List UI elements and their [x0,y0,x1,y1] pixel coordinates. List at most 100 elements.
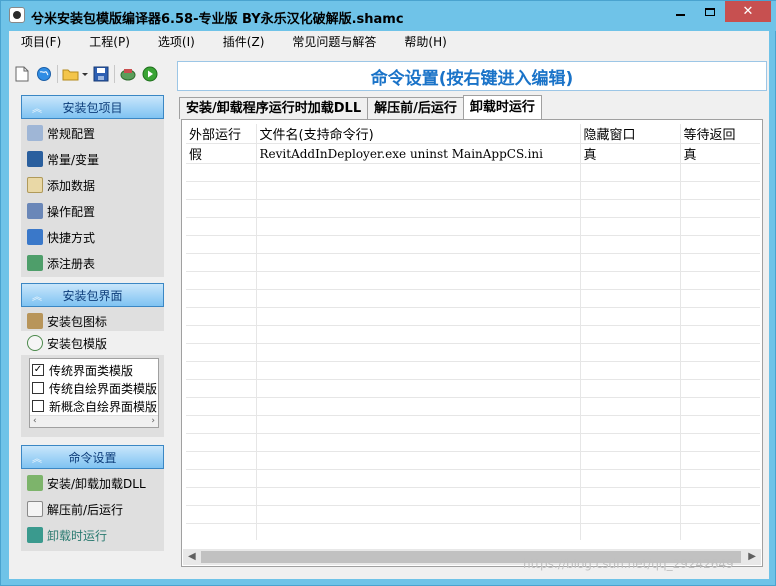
empty-cell[interactable] [186,505,257,524]
empty-cell[interactable] [680,325,760,344]
empty-cell[interactable] [256,325,581,344]
empty-cell[interactable] [580,469,681,488]
empty-cell[interactable] [186,379,257,398]
minimize-button[interactable] [665,1,695,22]
empty-table-row[interactable] [186,469,760,488]
empty-cell[interactable] [256,397,581,416]
empty-table-row[interactable] [186,397,760,416]
empty-cell[interactable] [580,505,681,524]
empty-cell[interactable] [186,433,257,452]
empty-cell[interactable] [186,289,257,308]
empty-cell[interactable] [256,361,581,380]
empty-cell[interactable] [680,307,760,326]
empty-cell[interactable] [186,235,257,254]
template-option-classic-custom[interactable]: 传统自绘界面类模版 [32,379,157,397]
empty-cell[interactable] [186,325,257,344]
menu-engineering[interactable]: 工程(P) [75,31,144,53]
checkbox-checked[interactable]: ✓ [32,364,44,376]
empty-table-row[interactable] [186,289,760,308]
empty-cell[interactable] [680,343,760,362]
nav-item-registry[interactable]: 添注册表 [21,251,164,275]
empty-cell[interactable] [680,253,760,272]
empty-table-row[interactable] [186,415,760,434]
scroll-right-icon[interactable]: ▶ [748,551,756,562]
empty-cell[interactable] [680,289,760,308]
empty-cell[interactable] [256,235,581,254]
empty-cell[interactable] [186,271,257,290]
empty-table-row[interactable] [186,523,760,540]
empty-cell[interactable] [580,433,681,452]
empty-table-row[interactable] [186,307,760,326]
empty-table-row[interactable] [186,505,760,524]
tab-run-on-uninstall[interactable]: 卸载时运行 [462,95,542,119]
empty-cell[interactable] [186,307,257,326]
cell-external-run[interactable]: 假 [186,143,257,164]
empty-table-row[interactable] [186,433,760,452]
empty-table-row[interactable] [186,379,760,398]
checkbox[interactable] [32,400,44,412]
empty-table-row[interactable] [186,325,760,344]
empty-cell[interactable] [680,379,760,398]
scroll-right-icon[interactable]: › [151,416,155,426]
empty-cell[interactable] [680,433,760,452]
nav-item-add-data[interactable]: 添加数据 [21,173,164,197]
empty-cell[interactable] [256,199,581,218]
empty-cell[interactable] [256,451,581,470]
nav-item-installer-icon[interactable]: 安装包图标 [21,309,164,333]
empty-cell[interactable] [680,217,760,236]
empty-cell[interactable] [186,487,257,506]
scroll-left-icon[interactable]: ‹ [33,416,37,426]
empty-cell[interactable] [580,271,681,290]
empty-cell[interactable] [580,361,681,380]
nav-item-installer-template[interactable]: 安装包模版 [21,331,164,355]
empty-cell[interactable] [186,181,257,200]
empty-cell[interactable] [580,523,681,540]
empty-table-row[interactable] [186,451,760,470]
menu-plugins[interactable]: 插件(Z) [209,31,279,53]
empty-cell[interactable] [256,433,581,452]
empty-cell[interactable] [186,361,257,380]
empty-cell[interactable] [680,397,760,416]
title-bar[interactable]: 兮米安装包模版编译器6.58-专业版 BY永乐汉化破解版.shamc ✕ [1,1,776,31]
command-grid[interactable]: 外部运行 文件名(支持命令行) 隐藏窗口 等待返回 假 RevitAddInDe… [186,124,760,540]
empty-table-row[interactable] [186,181,760,200]
maximize-button[interactable] [695,1,725,22]
column-header-wait-return[interactable]: 等待返回 [680,124,760,144]
section-header-ui[interactable]: ︽ 安装包界面 [21,283,164,307]
empty-cell[interactable] [186,523,257,540]
tab-load-dll[interactable]: 安装/卸载程序运行时加载DLL [179,97,369,119]
empty-cell[interactable] [186,253,257,272]
empty-cell[interactable] [680,451,760,470]
menu-project[interactable]: 项目(F) [9,31,75,53]
empty-cell[interactable] [580,379,681,398]
empty-cell[interactable] [680,361,760,380]
empty-cell[interactable] [580,451,681,470]
empty-cell[interactable] [186,343,257,362]
run-icon[interactable] [141,65,159,83]
new-file-icon[interactable] [13,65,31,83]
empty-cell[interactable] [680,181,760,200]
nav-item-install-uninstall-dll[interactable]: 安装/卸载加载DLL [21,471,164,495]
menu-help[interactable]: 帮助(H) [390,31,460,53]
nav-item-operation-config[interactable]: 操作配置 [21,199,164,223]
empty-cell[interactable] [680,523,760,540]
nav-item-run-on-uninstall[interactable]: 卸载时运行 [21,523,164,547]
open-folder-icon[interactable] [62,65,88,83]
app-icon[interactable] [9,7,25,23]
empty-cell[interactable] [580,343,681,362]
empty-table-row[interactable] [186,199,760,218]
empty-table-row[interactable] [186,235,760,254]
empty-cell[interactable] [580,181,681,200]
empty-cell[interactable] [256,505,581,524]
empty-cell[interactable] [680,487,760,506]
empty-cell[interactable] [580,415,681,434]
column-header-external-run[interactable]: 外部运行 [186,124,257,144]
column-header-hide-window[interactable]: 隐藏窗口 [580,124,681,144]
empty-cell[interactable] [256,523,581,540]
empty-table-row[interactable] [186,487,760,506]
empty-cell[interactable] [256,163,581,182]
empty-cell[interactable] [256,271,581,290]
empty-cell[interactable] [186,163,257,182]
empty-table-row[interactable] [186,217,760,236]
scroll-left-icon[interactable]: ◀ [188,551,196,562]
